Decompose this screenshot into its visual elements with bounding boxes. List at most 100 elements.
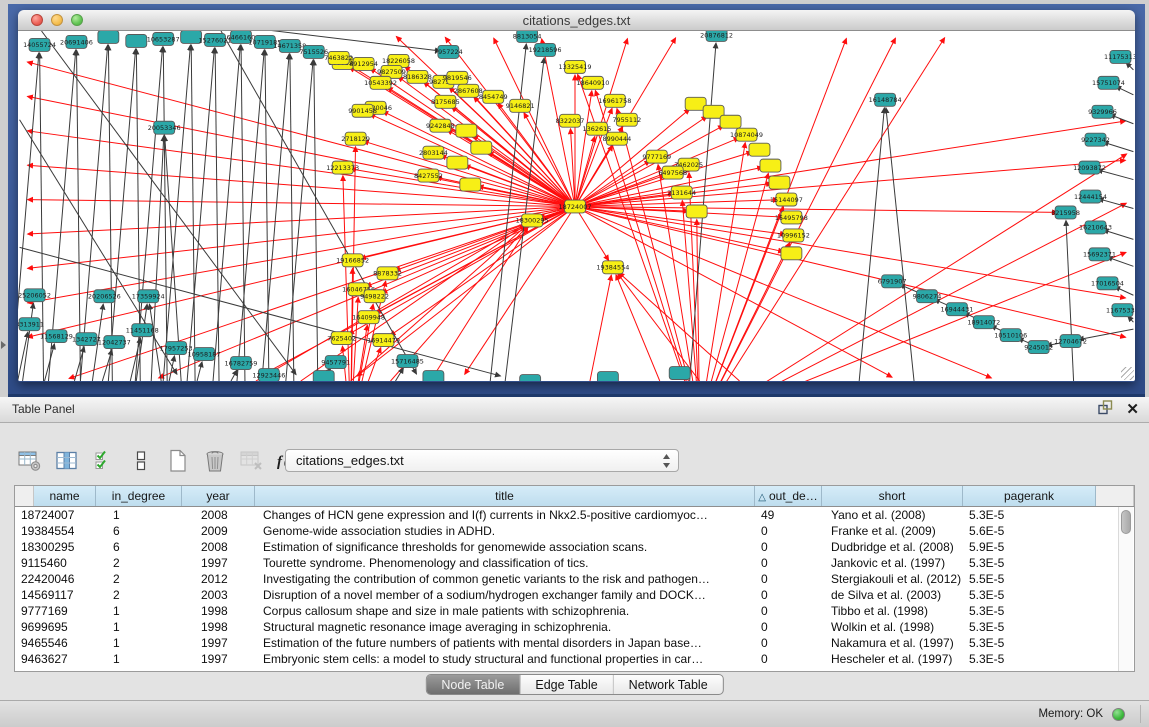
- table-row[interactable]: 946362711997Embryonic stem cells: a mode…: [15, 651, 1134, 667]
- table-cell: 0: [761, 619, 768, 635]
- column-header-pagerank[interactable]: pagerank: [963, 486, 1096, 506]
- graph-node-label: 15751074: [1092, 79, 1125, 87]
- column-header-short[interactable]: short: [822, 486, 963, 506]
- table-row[interactable]: 977716911998Corpus callosum shape and si…: [15, 603, 1134, 619]
- table-cell: Dudbridge et al. (2008): [831, 539, 954, 555]
- table-cell: 49: [761, 507, 774, 523]
- zoom-window-button[interactable]: [71, 14, 83, 26]
- graph-node-label: 19166852: [336, 257, 369, 265]
- graph-node-label: 9819546: [443, 74, 472, 82]
- minimize-window-button[interactable]: [51, 14, 63, 26]
- graph-node-teal[interactable]: [423, 371, 444, 381]
- graph-node-yellow[interactable]: [769, 176, 790, 189]
- citation-edge-red: [575, 206, 1126, 337]
- tab-edge-table[interactable]: Edge Table: [519, 675, 612, 694]
- graph-node-yellow[interactable]: [720, 115, 741, 128]
- table-row[interactable]: 946554611997Estimation of the future num…: [15, 635, 1134, 651]
- graph-node-label: 9329966: [1088, 108, 1117, 116]
- column-header-name[interactable]: name: [34, 486, 96, 506]
- graph-node-yellow[interactable]: [447, 156, 468, 169]
- memory-ok-indicator-icon[interactable]: [1112, 708, 1125, 721]
- table-cell: 5.3E-5: [969, 603, 1004, 619]
- tab-node-table[interactable]: Node Table: [426, 675, 519, 694]
- graph-node-yellow[interactable]: [760, 159, 781, 172]
- column-header-in_degree[interactable]: in_degree: [96, 486, 182, 506]
- table-scrollbar-thumb[interactable]: [1121, 510, 1131, 534]
- table-source-select-value: citations_edges.txt: [296, 453, 404, 468]
- graph-node-yellow[interactable]: [460, 178, 481, 191]
- citation-edge-black: [314, 60, 318, 381]
- graph-node-label: 7625402: [327, 334, 356, 342]
- table-cell: 5.3E-5: [969, 507, 1004, 523]
- graph-node-teal[interactable]: [313, 371, 334, 381]
- graph-node-label: 13325419: [559, 63, 592, 71]
- citation-edge-black: [197, 362, 202, 381]
- table-cell: 5.6E-5: [969, 523, 1004, 539]
- network-canvas[interactable]: 1872400786601238912954182260589827509105…: [18, 31, 1135, 381]
- table-row[interactable]: 1872400712008Changes of HCN gene express…: [15, 507, 1134, 523]
- graph-node-label: 20876812: [700, 31, 733, 39]
- collapse-panel-arrow-icon[interactable]: [1, 341, 6, 349]
- column-header-out_de[interactable]: △out_de…: [755, 486, 822, 506]
- window-resize-grip[interactable]: [1121, 367, 1134, 380]
- graph-node-label: 18914072: [967, 318, 1000, 326]
- citation-edge-red: [28, 206, 575, 234]
- select-rows-check-icon[interactable]: [90, 447, 117, 474]
- node-table[interactable]: namein_degreeyeartitle△out_de…shortpager…: [14, 485, 1135, 672]
- table-source-select[interactable]: citations_edges.txt: [285, 449, 679, 472]
- table-panel-header: Table Panel ✕: [0, 397, 1149, 423]
- tab-network-table[interactable]: Network Table: [613, 675, 723, 694]
- table-header-blank-cell: [1096, 486, 1134, 506]
- graph-node-label: 7515526: [299, 48, 328, 56]
- select-columns-icon[interactable]: [53, 447, 80, 474]
- new-column-icon[interactable]: [164, 447, 191, 474]
- citation-edge-red: [575, 206, 609, 260]
- table-row[interactable]: 911546021997Tourette syndrome. Phenomeno…: [15, 555, 1134, 571]
- graph-node-label: 8186328: [403, 73, 432, 81]
- row-height-icon[interactable]: [127, 447, 154, 474]
- table-cell: 5.9E-5: [969, 539, 1004, 555]
- graph-node-label: 19384554: [596, 264, 629, 272]
- table-cell: 1: [113, 507, 120, 523]
- application-window: { "window": { "title": "citations_edges.…: [0, 0, 1149, 727]
- network-window-titlebar[interactable]: citations_edges.txt: [18, 10, 1135, 31]
- table-row[interactable]: 1938455462009Genome-wide association stu…: [15, 523, 1134, 539]
- graph-node-yellow[interactable]: [781, 247, 802, 260]
- float-panel-icon[interactable]: [1098, 400, 1113, 420]
- citation-edge-red: [618, 274, 700, 381]
- table-cell: 0: [761, 603, 768, 619]
- graph-node-teal[interactable]: [520, 375, 541, 381]
- citation-edge-black: [187, 48, 214, 381]
- graph-node-label: 10996152: [777, 232, 810, 240]
- graph-node-label: 11175313: [1104, 53, 1135, 61]
- graph-node-label: 14055724: [23, 41, 56, 49]
- table-row[interactable]: 1456911722003Disruption of a novel membe…: [15, 587, 1134, 603]
- network-graph[interactable]: 1872400786601238912954182260589827509105…: [18, 31, 1135, 381]
- graph-node-teal[interactable]: [126, 34, 147, 47]
- graph-node-teal[interactable]: [98, 31, 119, 43]
- table-scrollbar[interactable]: [1118, 507, 1133, 671]
- graph-node-teal[interactable]: [669, 367, 690, 380]
- graph-node-teal[interactable]: [597, 372, 618, 381]
- table-row[interactable]: 1830029562008Estimation of significance …: [15, 539, 1134, 555]
- column-header-title[interactable]: title: [255, 486, 755, 506]
- network-view-window[interactable]: citations_edges.txt 18724007866012389129…: [18, 10, 1135, 382]
- table-settings-icon[interactable]: [16, 447, 43, 474]
- table-row[interactable]: 969969511998Structural magnetic resonanc…: [15, 619, 1134, 635]
- sort-ascending-icon[interactable]: △: [758, 492, 766, 503]
- close-window-button[interactable]: [31, 14, 43, 26]
- graph-node-yellow[interactable]: [456, 124, 477, 137]
- graph-node-yellow[interactable]: [686, 205, 707, 218]
- table-cell: 0: [761, 571, 768, 587]
- citation-edge-red: [383, 111, 575, 206]
- graph-node-yellow[interactable]: [749, 143, 770, 156]
- citation-edge-red: [575, 160, 1125, 206]
- table-cell: Corpus callosum shape and size in male p…: [263, 603, 629, 619]
- graph-node-yellow[interactable]: [471, 141, 492, 154]
- close-panel-icon[interactable]: ✕: [1126, 397, 1139, 423]
- table-row[interactable]: 2242004622012Investigating the contribut…: [15, 571, 1134, 587]
- graph-node-label: 16782759: [224, 359, 257, 367]
- table-cell: Yano et al. (2008): [831, 507, 926, 523]
- column-header-year[interactable]: year: [182, 486, 255, 506]
- delete-column-trash-icon[interactable]: [201, 447, 228, 474]
